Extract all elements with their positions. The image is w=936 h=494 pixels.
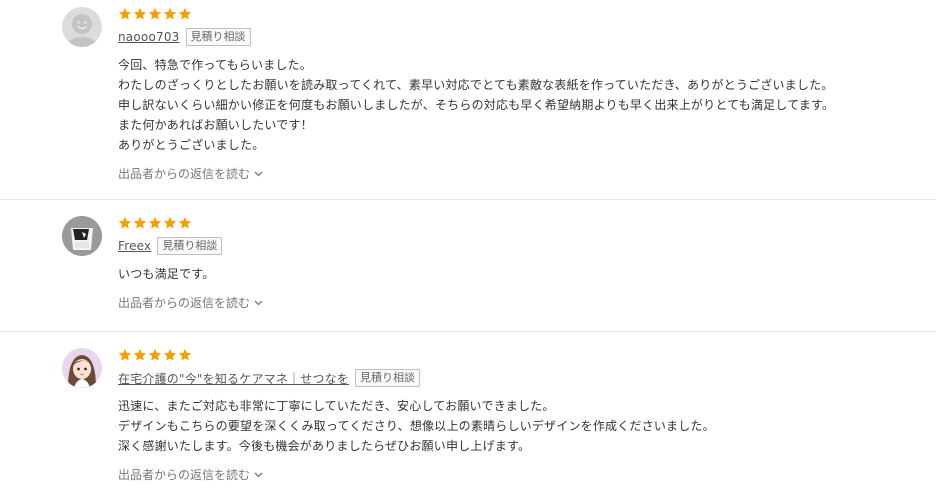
read-reply-label: 出品者からの返信を読む xyxy=(118,296,251,310)
review-text: 迅速に、またご対応も非常に丁寧にしていただき、安心してお願いできました。 デザイ… xyxy=(118,396,936,456)
star-icon xyxy=(178,216,192,229)
reviewer-username[interactable]: 在宅介護の"今"を知るケアマネ｜せつなを xyxy=(118,370,349,387)
review-line: また何かあればお願いしたいです！ xyxy=(118,118,313,132)
read-reply-label: 出品者からの返信を読む xyxy=(118,167,251,181)
reviewer-username[interactable]: naooo703 xyxy=(118,30,180,44)
star-icon xyxy=(178,7,192,20)
star-rating xyxy=(118,216,936,232)
review-line: 迅速に、またご対応も非常に丁寧にしていただき、安心してお願いできました。 xyxy=(118,399,555,413)
review-line: 今回、特急で作ってもらいました。 xyxy=(118,58,313,72)
review-line: ありがとうございました。 xyxy=(118,138,265,152)
star-icon xyxy=(118,7,132,20)
star-icon xyxy=(148,216,162,229)
review-text: 今回、特急で作ってもらいました。 わたしのざっくりとしたお願いを読み取ってくれて… xyxy=(118,55,936,155)
star-icon xyxy=(148,348,162,361)
star-rating xyxy=(118,348,936,364)
star-icon xyxy=(148,7,162,20)
estimate-badge: 見積り相談 xyxy=(157,237,223,255)
review-line: 深く感謝いたします。今後も機会がありましたらぜひお願い申し上げます。 xyxy=(118,439,531,453)
read-reply-link[interactable]: 出品者からの返信を読む xyxy=(118,165,263,182)
user-avatar-icon[interactable] xyxy=(62,348,102,388)
review-line: 申し訳ないくらい細かい修正を何度もお願いしましたが、そちらの対応も早く希望納期よ… xyxy=(118,98,835,112)
star-icon xyxy=(163,216,177,229)
review-text: いつも満足です。 xyxy=(118,264,936,284)
chevron-down-icon xyxy=(254,300,263,305)
chevron-down-icon xyxy=(254,472,263,477)
chevron-down-icon xyxy=(254,171,263,176)
review-item: Freex 見積り相談 いつも満足です。 出品者からの返信を読む xyxy=(0,200,936,332)
star-icon xyxy=(178,348,192,361)
review-line: デザインもこちらの要望を深くくみ取ってくださり、想像以上の素晴らしいデザインを作… xyxy=(118,419,715,433)
star-icon xyxy=(163,7,177,20)
read-reply-link[interactable]: 出品者からの返信を読む xyxy=(118,294,263,311)
star-icon xyxy=(163,348,177,361)
review-item: 在宅介護の"今"を知るケアマネ｜せつなを 見積り相談 迅速に、またご対応も非常に… xyxy=(0,332,936,494)
star-icon xyxy=(118,216,132,229)
estimate-badge: 見積り相談 xyxy=(185,28,251,46)
star-icon xyxy=(133,7,147,20)
star-icon xyxy=(133,348,147,361)
user-avatar-icon[interactable] xyxy=(62,216,102,256)
read-reply-label: 出品者からの返信を読む xyxy=(118,468,251,482)
estimate-badge: 見積り相談 xyxy=(355,369,421,387)
star-icon xyxy=(133,216,147,229)
reviewer-username[interactable]: Freex xyxy=(118,239,151,253)
review-line: いつも満足です。 xyxy=(118,267,215,281)
star-icon xyxy=(118,348,132,361)
default-avatar-icon[interactable] xyxy=(62,7,102,47)
review-item: naooo703 見積り相談 今回、特急で作ってもらいました。 わたしのざっくり… xyxy=(0,0,936,200)
read-reply-link[interactable]: 出品者からの返信を読む xyxy=(118,466,263,483)
star-rating xyxy=(118,7,936,23)
review-line: わたしのざっくりとしたお願いを読み取ってくれて、素早い対応でとても素敵な表紙を作… xyxy=(118,78,834,92)
